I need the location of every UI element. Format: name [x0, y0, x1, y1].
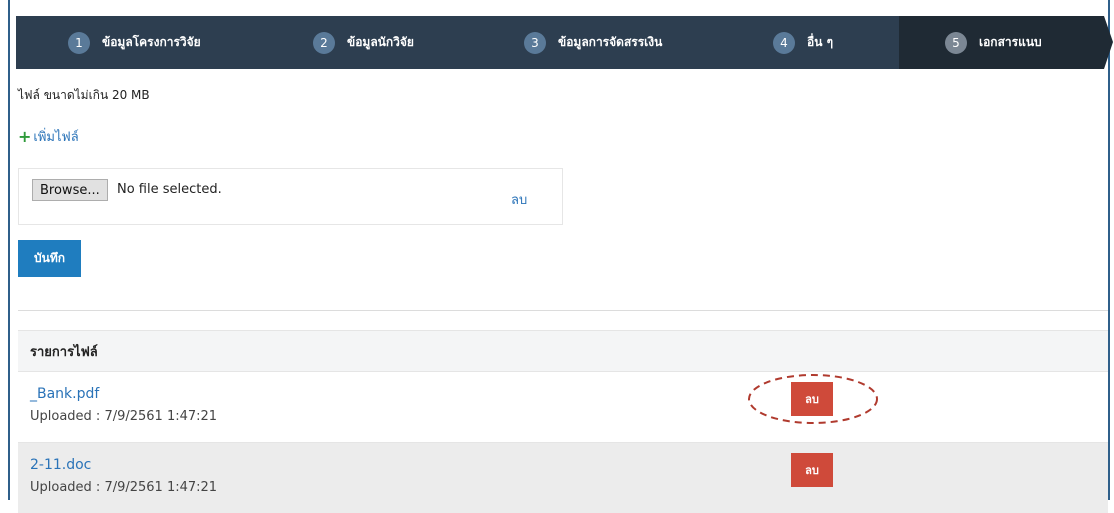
plus-icon: + — [18, 127, 32, 146]
file-size-note: ไฟล์ ขนาดไม่เกิน 20 MB — [18, 88, 150, 102]
step-4[interactable]: 4 อื่น ๆ — [773, 16, 833, 69]
step-2[interactable]: 2 ข้อมูลนักวิจัย — [313, 16, 414, 69]
step-label: ข้อมูลโครงการวิจัย — [102, 35, 201, 49]
step-5[interactable]: 5 เอกสารแนบ — [945, 16, 1042, 69]
upload-date: Uploaded : 7/9/2561 1:47:21 — [30, 480, 218, 495]
step-3[interactable]: 3 ข้อมูลการจัดสรรเงิน — [524, 16, 662, 69]
step-number: 5 — [945, 31, 967, 54]
step-number: 2 — [313, 31, 335, 54]
step-1[interactable]: 1 ข้อมูลโครงการวิจัย — [68, 16, 201, 69]
file-name-link[interactable]: 2-11.doc — [30, 457, 91, 473]
wizard-steps: 1 ข้อมูลโครงการวิจัย 2 ข้อมูลนักวิจัย 3 … — [16, 16, 1113, 69]
add-file-label: เพิ่มไฟล์ — [33, 130, 79, 145]
step-number: 1 — [68, 31, 90, 54]
file-list-header: รายการไฟล์ — [18, 330, 1108, 371]
delete-file-button[interactable]: ลบ — [791, 453, 833, 487]
save-button[interactable]: บันทึก — [18, 240, 81, 277]
file-status: No file selected. — [117, 182, 222, 197]
add-file-link[interactable]: + เพิ่มไฟล์ — [18, 126, 79, 147]
divider — [18, 310, 1108, 311]
upload-date: Uploaded : 7/9/2561 1:47:21 — [30, 409, 218, 424]
step-number: 4 — [773, 31, 795, 54]
table-row: 2-11.doc Uploaded : 7/9/2561 1:47:21 ลบ — [18, 442, 1108, 513]
file-list-table: รายการไฟล์ _Bank.pdf Uploaded : 7/9/2561… — [18, 330, 1108, 513]
browse-button[interactable]: Browse... — [32, 179, 108, 201]
step-label: ข้อมูลการจัดสรรเงิน — [558, 35, 663, 49]
table-row: _Bank.pdf Uploaded : 7/9/2561 1:47:21 ลบ — [18, 371, 1108, 442]
file-name-link[interactable]: _Bank.pdf — [30, 386, 99, 402]
step-label: ข้อมูลนักวิจัย — [347, 35, 414, 49]
file-upload-row: Browse... No file selected. ลบ — [18, 168, 563, 225]
step-label: เอกสารแนบ — [979, 35, 1042, 49]
remove-upload-link[interactable]: ลบ — [511, 189, 527, 210]
step-number: 3 — [524, 31, 546, 54]
delete-file-button[interactable]: ลบ — [791, 382, 833, 416]
step-label: อื่น ๆ — [807, 35, 834, 49]
